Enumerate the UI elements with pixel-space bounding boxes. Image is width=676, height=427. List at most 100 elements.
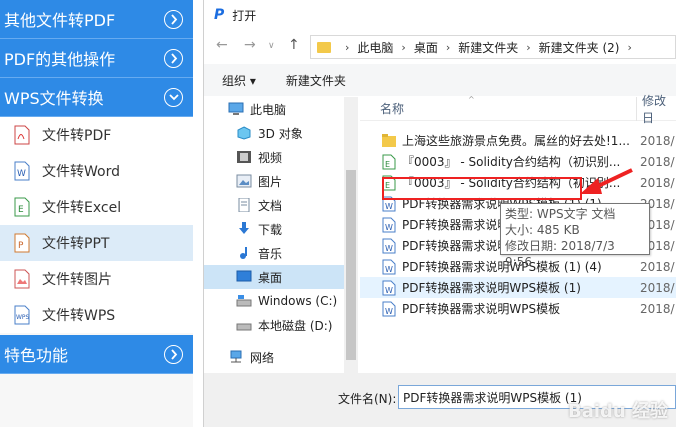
file-tooltip: 类型: WPS文字 文档 大小: 485 KB 修改日期: 2018/7/3 9… <box>500 203 650 269</box>
sidebar-item-file-to-pdf[interactable]: 文件转PDF <box>0 117 193 153</box>
file-date: 2018/ <box>640 133 675 148</box>
category-special-features[interactable]: 特色功能 <box>0 335 193 374</box>
svg-text:P: P <box>18 241 24 251</box>
svg-text:E: E <box>385 160 390 169</box>
address-bar[interactable]: › 此电脑 › 桌面 › 新建文件夹 › 新建文件夹 (2) › <box>310 35 676 59</box>
file-name: 上海这些旅游景点免费。属丝的好去处!1... <box>402 134 630 148</box>
desktop-icon <box>236 270 252 284</box>
category-label: 特色功能 <box>4 346 69 365</box>
recent-dropdown-icon[interactable]: ∨ <box>268 41 275 51</box>
computer-icon <box>228 102 244 116</box>
chevron-right-icon[interactable] <box>164 345 183 364</box>
drive-d-icon <box>236 318 252 332</box>
scrollbar-thumb[interactable] <box>346 170 356 360</box>
category-label: PDF的其他操作 <box>4 50 116 69</box>
file-row-selected[interactable]: W PDF转换器需求说明WPS模板 (1) 2018/ <box>360 277 676 298</box>
filename-label: 文件名(N): <box>338 392 397 406</box>
nav-item-downloads[interactable]: 下载 <box>204 217 344 241</box>
pictures-icon <box>236 174 252 188</box>
file-row[interactable]: W PDF转换器需求说明WPS模板 2018/ <box>360 298 676 319</box>
folder-icon <box>317 41 331 53</box>
dialog-toolbar: 组织 ▾ 新建文件夹 <box>204 64 676 96</box>
nav-item-drive-d[interactable]: 本地磁盘 (D:) <box>204 313 344 337</box>
3d-objects-icon <box>236 126 252 140</box>
nav-item-network[interactable]: 网络 <box>204 345 344 369</box>
file-date: 2018/ <box>640 154 675 169</box>
sidebar-item-label: 文件转图片 <box>42 272 112 288</box>
column-header-name[interactable]: 名称 <box>360 100 404 117</box>
category-wps-convert[interactable]: WPS文件转换 <box>0 78 193 117</box>
organize-button[interactable]: 组织 ▾ <box>222 72 256 89</box>
download-icon <box>236 222 252 236</box>
chevron-right-icon[interactable] <box>164 10 183 29</box>
svg-text:W: W <box>385 244 393 253</box>
navigation-row: ← → ∨ ↑ › 此电脑 › 桌面 › 新建文件夹 › 新建文件夹 (2) › <box>204 31 676 61</box>
dialog-titlebar: P 打开 <box>204 0 676 30</box>
music-icon <box>236 246 252 260</box>
nav-pane-scrollbar[interactable] <box>344 97 358 373</box>
file-row[interactable]: 上海这些旅游景点免费。属丝的好去处!1... 2018/ <box>360 130 676 151</box>
svg-text:W: W <box>385 307 393 316</box>
converter-sidebar: 其他文件转PDF PDF的其他操作 WPS文件转换 文件转PDF W 文件转Wo… <box>0 0 193 427</box>
column-header-row: ^ 名称 修改日 <box>360 94 676 125</box>
excel-file-icon: E <box>14 197 30 217</box>
svg-text:E: E <box>18 205 24 215</box>
chevron-right-icon[interactable] <box>164 49 183 68</box>
open-file-dialog: P 打开 ← → ∨ ↑ › 此电脑 › 桌面 › 新建文件夹 › 新建文件夹 … <box>203 0 676 427</box>
svg-text:WPS: WPS <box>16 314 30 321</box>
file-name: PDF转换器需求说明WPS模板 <box>402 302 561 316</box>
breadcrumb-item[interactable]: 新建文件夹 (2) <box>539 39 620 56</box>
pdf-file-icon <box>14 125 30 145</box>
wps-file-icon: W <box>382 259 396 275</box>
sidebar-item-file-to-excel[interactable]: E 文件转Excel <box>0 189 193 225</box>
nav-item-label: 音乐 <box>258 246 283 261</box>
nav-item-label: Windows (C:) <box>258 294 338 308</box>
column-header-modified[interactable]: 修改日 <box>636 94 676 125</box>
sidebar-item-label: 文件转WPS <box>42 308 116 324</box>
word-file-icon: W <box>14 161 30 181</box>
annotation-highlight-box <box>382 177 582 200</box>
file-date: 2018/ <box>640 280 675 295</box>
app-logo-icon: P <box>214 7 225 23</box>
breadcrumb-item[interactable]: 此电脑 <box>357 39 393 56</box>
baidu-watermark: Baidu 经验 <box>567 401 668 422</box>
nav-item-label: 视频 <box>258 150 283 165</box>
category-pdf-other-ops[interactable]: PDF的其他操作 <box>0 39 193 78</box>
up-arrow-icon[interactable]: ↑ <box>288 37 300 53</box>
nav-item-music[interactable]: 音乐 <box>204 241 344 265</box>
breadcrumb-item[interactable]: 新建文件夹 <box>458 39 518 56</box>
sidebar-item-file-to-ppt[interactable]: P 文件转PPT <box>0 225 193 261</box>
sidebar-item-file-to-word[interactable]: W 文件转Word <box>0 153 193 189</box>
back-arrow-icon[interactable]: ← <box>216 37 228 53</box>
nav-item-this-pc[interactable]: 此电脑 <box>204 97 344 121</box>
wps-file-icon: W <box>382 238 396 254</box>
sidebar-item-file-to-wps[interactable]: WPS 文件转WPS <box>0 297 193 333</box>
navigation-pane: 此电脑 3D 对象 视频 图片 文档 下载 音乐 桌面 Windows (C:)… <box>204 97 344 373</box>
nav-item-label: 此电脑 <box>250 102 287 117</box>
nav-item-label: 本地磁盘 (D:) <box>258 318 333 333</box>
nav-item-label: 图片 <box>258 174 283 189</box>
nav-item-pictures[interactable]: 图片 <box>204 169 344 193</box>
image-file-icon <box>14 269 30 289</box>
nav-item-documents[interactable]: 文档 <box>204 193 344 217</box>
chevron-down-icon[interactable] <box>164 88 183 107</box>
folder-icon <box>382 133 396 149</box>
svg-text:W: W <box>385 286 393 295</box>
tooltip-modified: 修改日期: 2018/7/3 9:56 <box>505 239 615 269</box>
nav-item-desktop[interactable]: 桌面 <box>204 265 344 289</box>
forward-arrow-icon[interactable]: → <box>244 37 256 53</box>
nav-item-video[interactable]: 视频 <box>204 145 344 169</box>
nav-item-label: 下载 <box>258 222 283 237</box>
file-name: PDF转换器需求说明WPS模板 (1) <box>402 281 581 295</box>
sidebar-item-file-to-image[interactable]: 文件转图片 <box>0 261 193 297</box>
nav-item-drive-c[interactable]: Windows (C:) <box>204 289 344 313</box>
breadcrumb-item[interactable]: 桌面 <box>414 39 438 56</box>
category-label: 其他文件转PDF <box>4 11 116 30</box>
category-other-to-pdf[interactable]: 其他文件转PDF <box>0 0 193 39</box>
chevron-right-icon: › <box>627 40 632 54</box>
tooltip-type: 类型: WPS文字 文档 <box>505 207 616 221</box>
nav-item-3d-objects[interactable]: 3D 对象 <box>204 121 344 145</box>
new-folder-button[interactable]: 新建文件夹 <box>286 72 346 89</box>
svg-text:W: W <box>17 169 26 179</box>
nav-item-label: 文档 <box>258 198 283 213</box>
